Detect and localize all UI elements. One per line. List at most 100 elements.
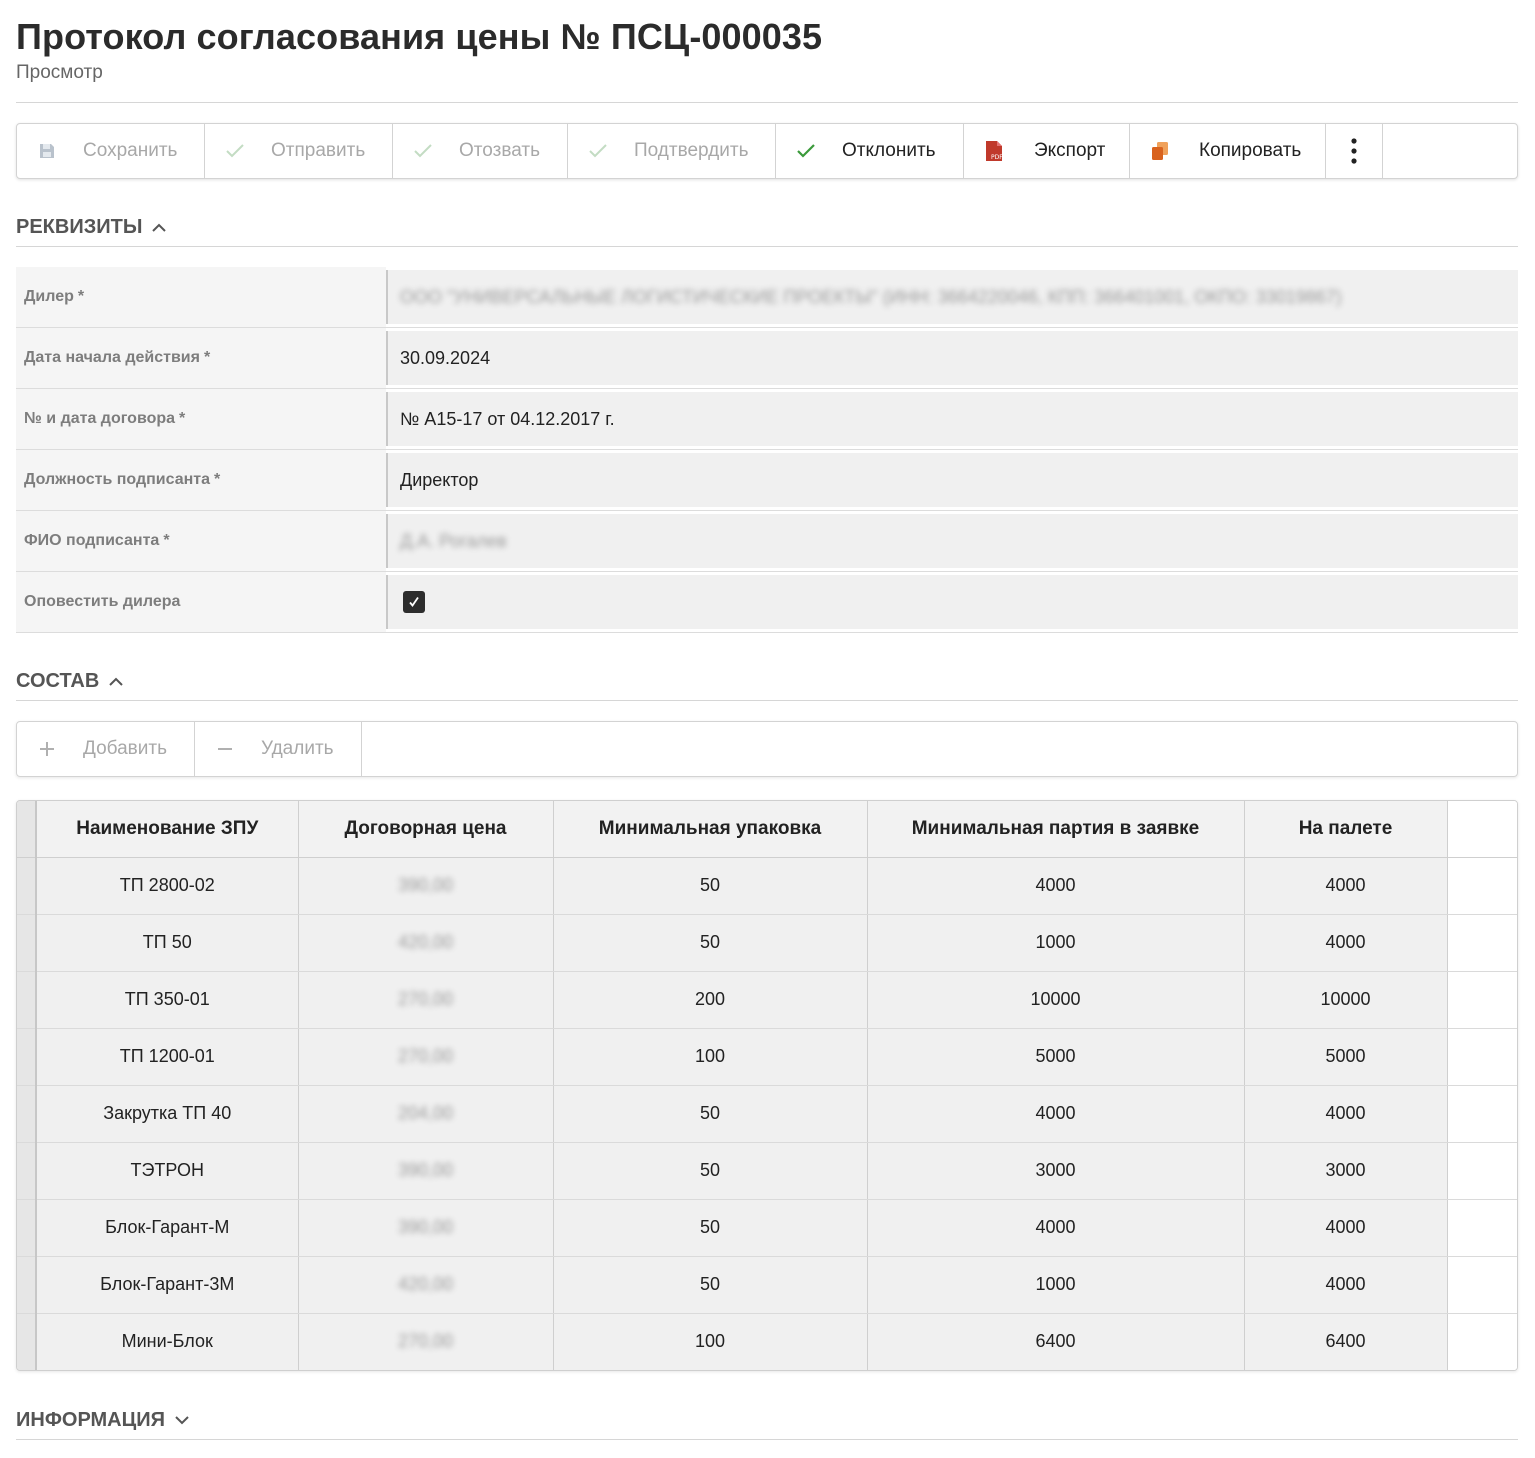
table-row[interactable]: ТП 350-01 270,00 200 10000 10000	[17, 971, 1517, 1029]
pallet-value: 4000	[1325, 1103, 1366, 1123]
table-row[interactable]: Блок-Гарант-М 390,00 50 4000 4000	[17, 1199, 1517, 1257]
details-section-toggle[interactable]: РЕКВИЗИТЫ	[16, 212, 1518, 242]
pallet-value: 6400	[1325, 1331, 1366, 1352]
chevron-down-icon	[175, 1412, 191, 1428]
column-header-filler	[1447, 801, 1517, 858]
cell-min-batch: 1000	[867, 1256, 1245, 1314]
column-header-price[interactable]: Договорная цена	[298, 801, 554, 858]
recall-button-label: Отозвать	[459, 140, 540, 161]
cell-name: Блок-Гарант-М	[36, 1199, 299, 1257]
row-gutter	[17, 857, 37, 915]
row-filler	[1447, 971, 1517, 1029]
cell-min-pack: 50	[553, 914, 868, 972]
cell-pallet: 4000	[1244, 1085, 1448, 1143]
chevron-up-icon	[152, 219, 168, 235]
row-filler	[1447, 914, 1517, 972]
required-mark: *	[163, 532, 170, 549]
remove-button[interactable]: Удалить	[195, 722, 362, 776]
cell-min-pack: 50	[553, 1256, 868, 1314]
table-row[interactable]: Мини-Блок 270,00 100 6400 6400	[17, 1313, 1517, 1370]
min-pack-value: 100	[694, 1046, 726, 1066]
min-pack-value: 50	[699, 875, 721, 895]
pallet-value: 4000	[1325, 1274, 1366, 1294]
cell-pallet: 4000	[1244, 1199, 1448, 1257]
cell-min-pack: 50	[553, 857, 868, 915]
cell-min-batch: 4000	[867, 1085, 1245, 1143]
cell-name: ТП 1200-01	[36, 1028, 299, 1086]
table-row[interactable]: Блок-Гарант-3М 420,00 50 1000 4000	[17, 1256, 1517, 1314]
name-value: Блок-Гарант-3М	[100, 1274, 235, 1294]
row-gutter	[17, 914, 37, 972]
copy-button-label: Копировать	[1199, 140, 1302, 161]
dealer-value: ООО "УНИВЕРСАЛЬНЫЕ ЛОГИСТИЧЕСКИЕ ПРОЕКТЫ…	[400, 286, 1342, 307]
table-row[interactable]: ТП 1200-01 270,00 100 5000 5000	[17, 1028, 1517, 1086]
more-button[interactable]	[1326, 124, 1383, 178]
field-label: № и дата договора *	[16, 389, 386, 449]
minus-icon	[214, 738, 236, 760]
field-label: ФИО подписанта *	[16, 511, 386, 571]
send-button[interactable]: Отправить	[205, 124, 393, 178]
pdf-icon-label: PDF	[991, 154, 1003, 161]
table-row[interactable]: Закрутка ТП 40 204,00 50 4000 4000	[17, 1085, 1517, 1143]
cell-pallet: 4000	[1244, 914, 1448, 972]
field-label: Должность подписанта *	[16, 450, 386, 510]
notify-field	[386, 575, 1518, 629]
name-value: ТП 50	[142, 932, 192, 952]
details-heading: РЕКВИЗИТЫ	[16, 215, 143, 238]
required-mark: *	[203, 349, 211, 366]
cell-min-batch: 4000	[867, 857, 1245, 915]
start-date-field[interactable]: 30.09.2024	[386, 331, 1518, 385]
field-label: Дата начала действия *	[16, 328, 386, 388]
row-gutter	[17, 1142, 37, 1200]
min-batch-value: 10000	[1030, 989, 1081, 1009]
cell-price: 204,00	[298, 1085, 554, 1143]
cell-min-batch: 1000	[867, 914, 1245, 972]
signer-name-field[interactable]: Д.А. Рогалев	[386, 514, 1518, 568]
signer-position-field[interactable]: Директор	[386, 453, 1518, 507]
dealer-field[interactable]: ООО "УНИВЕРСАЛЬНЫЕ ЛОГИСТИЧЕСКИЕ ПРОЕКТЫ…	[386, 270, 1518, 324]
column-header-min-batch[interactable]: Минимальная партия в заявке	[867, 801, 1245, 858]
field-label: Оповестить дилера	[16, 572, 386, 632]
export-button-label: Экспорт	[1034, 140, 1106, 161]
pdf-icon: PDF	[983, 140, 1005, 162]
name-value: Блок-Гарант-М	[105, 1217, 230, 1237]
save-button[interactable]: Сохранить	[17, 124, 205, 178]
save-button-label: Сохранить	[83, 140, 178, 161]
form-row-notify: Оповестить дилера	[16, 572, 1518, 633]
info-section-toggle[interactable]: ИНФОРМАЦИЯ	[16, 1405, 1518, 1435]
min-pack-value: 50	[699, 932, 721, 952]
column-header-min-pack[interactable]: Минимальная упаковка	[553, 801, 868, 858]
main-toolbar: Сохранить Отправить Отозвать Подтвердить…	[16, 123, 1518, 179]
pallet-value: 4000	[1325, 875, 1366, 895]
notify-dealer-checkbox[interactable]	[403, 591, 425, 613]
page-subtitle: Просмотр	[16, 62, 103, 83]
recall-button[interactable]: Отозвать	[393, 124, 568, 178]
cell-name: Мини-Блок	[36, 1313, 299, 1370]
price-value: 420,00	[397, 1274, 454, 1294]
confirm-button[interactable]: Подтвердить	[568, 124, 776, 178]
row-gutter	[17, 1199, 37, 1257]
cell-min-pack: 100	[553, 1313, 868, 1370]
min-batch-value: 6400	[1035, 1331, 1076, 1352]
export-button[interactable]: PDF Экспорт	[964, 124, 1130, 178]
row-filler	[1447, 1313, 1517, 1370]
cell-price: 390,00	[298, 1142, 554, 1200]
reject-button[interactable]: Отклонить	[776, 124, 964, 178]
row-filler	[1447, 857, 1517, 915]
divider	[16, 102, 1518, 103]
copy-button[interactable]: Копировать	[1130, 124, 1326, 178]
checkmark-icon	[795, 140, 817, 162]
name-value: ТП 2800-02	[119, 875, 215, 895]
column-header-pallet[interactable]: На палете	[1244, 801, 1448, 858]
confirm-button-label: Подтвердить	[634, 140, 749, 161]
composition-section-toggle[interactable]: СОСТАВ	[16, 666, 1518, 696]
table-row[interactable]: ТП 2800-02 390,00 50 4000 4000	[17, 857, 1517, 915]
table-row[interactable]: ТП 50 420,00 50 1000 4000	[17, 914, 1517, 972]
column-header-name[interactable]: Наименование ЗПУ	[36, 801, 299, 858]
signer-position-label: Должность подписанта	[24, 471, 210, 488]
divider	[16, 246, 1518, 247]
table-row[interactable]: ТЭТРОН 390,00 50 3000 3000	[17, 1142, 1517, 1200]
contract-field[interactable]: № А15-17 от 04.12.2017 г.	[386, 392, 1518, 446]
add-button[interactable]: Добавить	[17, 722, 195, 776]
cell-pallet: 4000	[1244, 857, 1448, 915]
